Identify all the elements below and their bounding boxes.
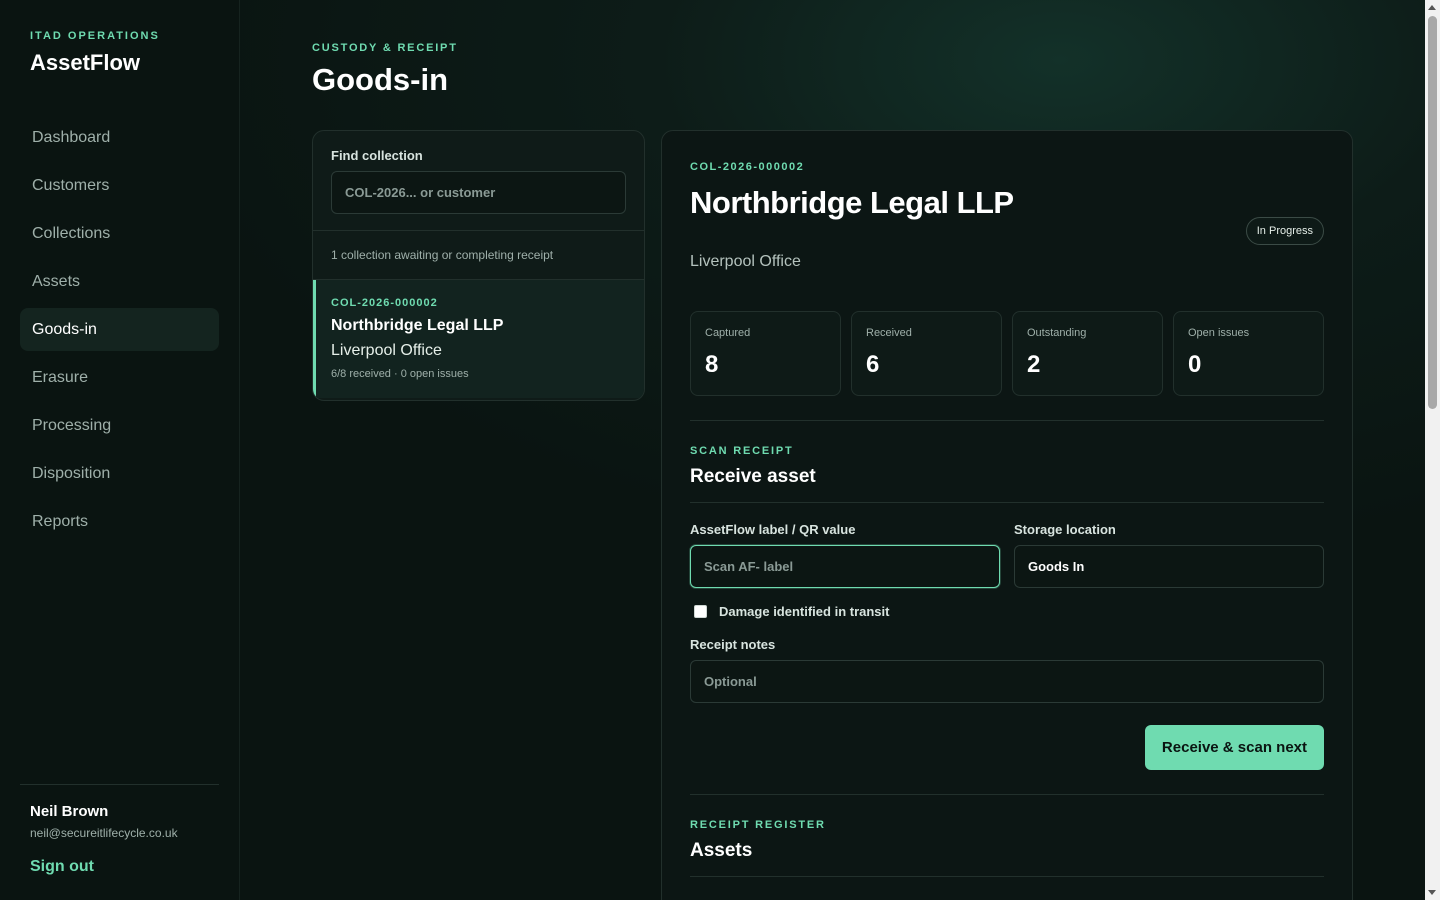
stat-label: Captured [705, 327, 751, 339]
receive-scan-next-button[interactable]: Receive & scan next [1144, 725, 1324, 770]
brand-name[interactable]: AssetFlow [30, 50, 219, 76]
notes-field: Receipt notes Optional [690, 637, 1324, 703]
damage-checkbox-label[interactable]: Damage identified in transit [719, 604, 889, 619]
divider [690, 420, 1324, 421]
stat-received: Received 6 [851, 311, 1002, 396]
receipt-register-section: RECEIPT REGISTER Assets [690, 819, 1324, 862]
scan-receipt-section: SCAN RECEIPT Receive asset [690, 445, 1324, 488]
label-field-col: AssetFlow label / QR value Scan AF- labe… [690, 522, 1000, 588]
detail-site: Liverpool Office [690, 253, 801, 270]
stat-value: 0 [1188, 351, 1202, 378]
app-shell: ITAD OPERATIONS AssetFlow Dashboard Cust… [0, 0, 1440, 900]
stat-value: 2 [1027, 351, 1041, 378]
sidebar-item-erasure[interactable]: Erasure [20, 356, 219, 399]
divider [690, 876, 1324, 877]
detail-collection-id: COL-2026-000002 [690, 161, 805, 173]
sign-out-link[interactable]: Sign out [30, 858, 94, 876]
collection-detail-panel: COL-2026-000002 Northbridge Legal LLP In… [661, 130, 1353, 900]
find-collection-label: Find collection [331, 148, 423, 163]
register-eyebrow: RECEIPT REGISTER [690, 819, 826, 831]
sidebar-item-processing[interactable]: Processing [20, 404, 219, 447]
sidebar-item-disposition[interactable]: Disposition [20, 452, 219, 495]
sidebar-item-dashboard[interactable]: Dashboard [20, 116, 219, 159]
stat-outstanding: Outstanding 2 [1012, 311, 1163, 396]
stats-row: Captured 8 Received 6 Outstanding 2 Open… [690, 311, 1324, 396]
scroll-up-icon[interactable] [1428, 5, 1436, 10]
stat-label: Outstanding [1027, 327, 1087, 339]
stat-label: Received [866, 327, 912, 339]
detail-customer-name: Northbridge Legal LLP [690, 185, 1014, 220]
stat-value: 8 [705, 351, 719, 378]
scan-eyebrow: SCAN RECEIPT [690, 445, 794, 457]
sidebar-item-collections[interactable]: Collections [20, 212, 219, 255]
scan-title: Receive asset [690, 466, 816, 487]
register-title: Assets [690, 840, 753, 861]
damage-checkbox-row: Damage identified in transit [694, 604, 1324, 619]
brand-eyebrow: ITAD OPERATIONS [30, 30, 160, 42]
stat-captured: Captured 8 [690, 311, 841, 396]
receipt-notes-input[interactable]: Optional [690, 660, 1324, 703]
divider [690, 502, 1324, 503]
detail-header: Northbridge Legal LLP In Progress [690, 173, 1324, 245]
sidebar: ITAD OPERATIONS AssetFlow Dashboard Cust… [0, 0, 240, 900]
sidebar-item-assets[interactable]: Assets [20, 260, 219, 303]
find-collection-section: Find collection COL-2026... or customer [313, 131, 644, 231]
stat-open-issues: Open issues 0 [1173, 311, 1324, 396]
qr-label: AssetFlow label / QR value [690, 522, 856, 537]
sidebar-item-reports[interactable]: Reports [20, 500, 219, 543]
status-badge: In Progress [1245, 217, 1324, 245]
stat-label: Open issues [1188, 327, 1250, 339]
page-title: Goods-in [312, 62, 449, 97]
collection-finder-panel: Find collection COL-2026... or customer … [312, 130, 645, 401]
action-row: Receive & scan next [690, 725, 1324, 770]
content-area: Find collection COL-2026... or customer … [312, 130, 1440, 900]
user-email: neil@secureitlifecycle.co.uk [30, 826, 178, 840]
collection-id: COL-2026-000002 [331, 297, 438, 309]
main-content: CUSTODY & RECEIPT Goods-in Find collecti… [240, 0, 1440, 900]
notes-label: Receipt notes [690, 637, 776, 652]
sidebar-item-goods-in[interactable]: Goods-in [20, 308, 219, 351]
collection-meta: 6/8 received · 0 open issues [331, 368, 469, 380]
scroll-down-icon[interactable] [1428, 890, 1436, 895]
find-collection-input[interactable]: COL-2026... or customer [331, 171, 626, 214]
damage-checkbox[interactable] [694, 605, 707, 618]
page-eyebrow: CUSTODY & RECEIPT [312, 42, 458, 54]
storage-field-col: Storage location Goods In [1014, 522, 1324, 588]
scan-form-row: AssetFlow label / QR value Scan AF- labe… [690, 522, 1324, 588]
user-name: Neil Brown [30, 803, 109, 820]
divider [690, 794, 1324, 795]
storage-location-input[interactable]: Goods In [1014, 545, 1324, 588]
awaiting-count: 1 collection awaiting or completing rece… [313, 231, 644, 280]
user-block: Neil Brown neil@secureitlifecycle.co.uk … [20, 784, 219, 876]
collection-list-item[interactable]: COL-2026-000002 Northbridge Legal LLP Li… [313, 280, 644, 398]
qr-value-input[interactable]: Scan AF- label [690, 545, 1000, 588]
scroll-thumb[interactable] [1428, 16, 1437, 409]
stat-value: 6 [866, 351, 880, 378]
storage-label: Storage location [1014, 522, 1116, 537]
sidebar-nav: Dashboard Customers Collections Assets G… [20, 116, 219, 543]
sidebar-item-customers[interactable]: Customers [20, 164, 219, 207]
page-scrollbar[interactable] [1425, 0, 1440, 900]
collection-customer: Northbridge Legal LLP [331, 317, 504, 334]
collection-site: Liverpool Office [331, 342, 442, 359]
